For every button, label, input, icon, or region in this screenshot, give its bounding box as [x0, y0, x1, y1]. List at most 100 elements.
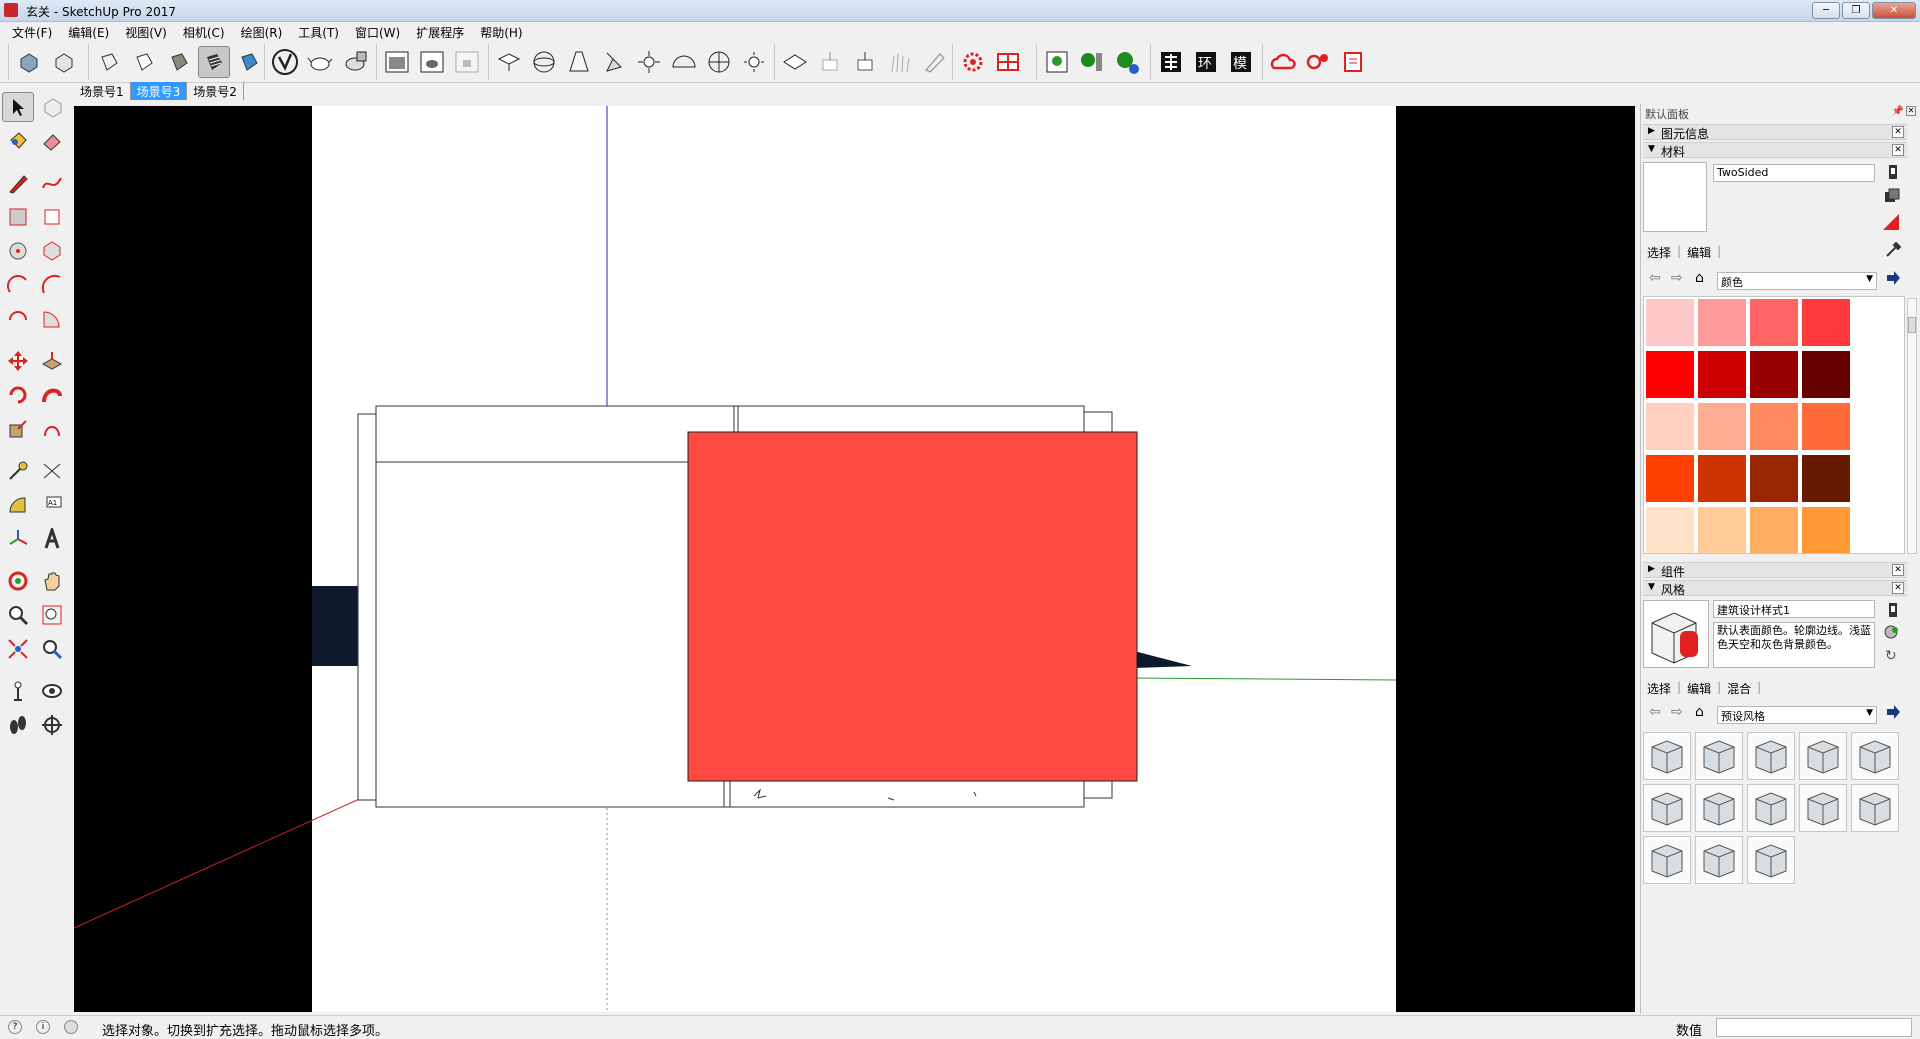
styles-tab-mix[interactable]: 混合	[1727, 680, 1751, 697]
material-swatch[interactable]	[1698, 403, 1746, 450]
styles-close-icon[interactable]: ✕	[1892, 582, 1904, 594]
material-swatch[interactable]	[1646, 351, 1694, 398]
maximize-button[interactable]: ❐	[1842, 2, 1870, 19]
ies-light-icon[interactable]	[598, 46, 630, 78]
material-name-field[interactable]: TwoSided	[1713, 164, 1875, 182]
back-edges-icon[interactable]	[48, 46, 80, 78]
details-arrow-icon[interactable]	[1885, 704, 1901, 723]
material-swatch[interactable]	[1698, 351, 1746, 398]
export-proxy-icon[interactable]	[814, 46, 846, 78]
components-header[interactable]: ▶ 组件 ✕	[1643, 562, 1907, 579]
teapot-render-icon[interactable]	[304, 46, 336, 78]
menu-camera[interactable]: 相机(C)	[175, 22, 233, 41]
scene-tab-2[interactable]: 场景号2	[187, 82, 244, 100]
material-swatch[interactable]	[1646, 507, 1694, 553]
line-pencil-icon[interactable]	[2, 168, 34, 198]
style-thumbnail[interactable]	[1695, 732, 1743, 780]
material-swatch[interactable]	[1750, 507, 1798, 553]
style-thumbnail[interactable]	[1643, 732, 1691, 780]
materials-close-icon[interactable]: ✕	[1892, 144, 1904, 156]
text-label-icon[interactable]: A1	[36, 490, 68, 520]
forward-arrow-icon[interactable]: ⇨	[1671, 270, 1683, 286]
red-grid-icon[interactable]	[992, 46, 1024, 78]
style-library-select[interactable]: 预设风格 ▼	[1717, 706, 1877, 724]
eraser-icon[interactable]	[36, 126, 68, 156]
dome-light-icon[interactable]	[668, 46, 700, 78]
close-button[interactable]: ✕	[1872, 2, 1916, 19]
red-gear-icon[interactable]	[957, 46, 989, 78]
material-swatch[interactable]	[1750, 351, 1798, 398]
location-pin-icon[interactable]	[1302, 46, 1334, 78]
pin-icon[interactable]: 📌	[1892, 106, 1904, 117]
walk-icon[interactable]	[2, 710, 34, 740]
refresh-icon[interactable]: ↻	[1885, 648, 1897, 664]
move-icon[interactable]	[2, 346, 34, 376]
swatch-scrollbar[interactable]	[1907, 298, 1917, 554]
entity-info-header[interactable]: ▶ 图元信息 ✕	[1643, 124, 1907, 141]
materials-tab-select[interactable]: 选择	[1647, 244, 1671, 261]
paint-bucket-icon[interactable]	[2, 126, 34, 156]
styles-tab-edit[interactable]: 编辑	[1687, 680, 1711, 697]
style-thumbnail[interactable]	[1695, 836, 1743, 884]
two-point-arc-icon[interactable]	[36, 270, 68, 300]
follow-me-icon[interactable]	[36, 380, 68, 410]
create-style-icon[interactable]	[1885, 602, 1901, 621]
style-thumbnail[interactable]	[1643, 784, 1691, 832]
push-pull-icon[interactable]	[36, 346, 68, 376]
zoom-window-icon[interactable]	[36, 600, 68, 630]
offset-icon[interactable]	[36, 414, 68, 444]
material-swatch[interactable]	[1698, 507, 1746, 553]
previous-view-icon[interactable]	[36, 634, 68, 664]
wireframe-icon[interactable]	[93, 46, 125, 78]
style-name-field[interactable]: 建筑设计样式1	[1713, 600, 1875, 618]
lock-render-icon[interactable]	[451, 46, 483, 78]
shaded-icon[interactable]	[163, 46, 195, 78]
material-swatch[interactable]	[1646, 455, 1694, 502]
details-arrow-icon[interactable]	[1885, 270, 1901, 289]
frame-buffer-icon[interactable]	[381, 46, 413, 78]
components-close-icon[interactable]: ✕	[1892, 564, 1904, 576]
menu-draw[interactable]: 绘图(R)	[233, 22, 291, 41]
materials-tab-edit[interactable]: 编辑	[1687, 244, 1711, 261]
mesh-clipper-icon[interactable]	[919, 46, 951, 78]
three-point-arc-icon[interactable]	[2, 304, 34, 334]
plugin-mo-icon[interactable]: 模	[1225, 46, 1257, 78]
style-thumbnail[interactable]	[1747, 784, 1795, 832]
material-swatch[interactable]	[1646, 299, 1694, 346]
arc-icon[interactable]	[2, 270, 34, 300]
material-swatch[interactable]	[1750, 299, 1798, 346]
scene-tab-3[interactable]: 场景号3	[130, 82, 188, 100]
minimize-button[interactable]: ─	[1812, 2, 1840, 19]
back-arrow-icon[interactable]: ⇦	[1649, 270, 1661, 286]
interactive-render-icon[interactable]	[339, 46, 371, 78]
select-arrow-icon[interactable]	[2, 92, 34, 122]
style-thumbnail[interactable]	[1643, 836, 1691, 884]
menu-file[interactable]: 文件(F)	[4, 22, 60, 41]
material-swatch[interactable]	[1802, 351, 1850, 398]
rotated-rectangle-icon[interactable]	[36, 202, 68, 232]
fur-icon[interactable]	[884, 46, 916, 78]
menu-help[interactable]: 帮助(H)	[472, 22, 530, 41]
style-thumbnail[interactable]	[1799, 784, 1847, 832]
plugin-huan-icon[interactable]: 环	[1190, 46, 1222, 78]
tree-add-icon[interactable]	[1111, 46, 1143, 78]
protractor-icon[interactable]	[2, 490, 34, 520]
shaded-with-textures-icon[interactable]	[198, 46, 230, 78]
tree-pair-icon[interactable]	[1076, 46, 1108, 78]
style-thumbnail[interactable]	[1695, 784, 1743, 832]
tree-frame-icon[interactable]	[1041, 46, 1073, 78]
model-viewport[interactable]	[74, 106, 1635, 1012]
cloud-sync-icon[interactable]	[1267, 46, 1299, 78]
plugin-grid-icon[interactable]	[1155, 46, 1187, 78]
rotate-icon[interactable]	[2, 380, 34, 410]
orbit-icon[interactable]	[2, 566, 34, 596]
3d-text-icon[interactable]	[36, 524, 68, 554]
menu-extensions[interactable]: 扩展程序	[408, 22, 472, 41]
create-material-icon[interactable]	[1885, 164, 1901, 180]
eyedropper-icon[interactable]	[1885, 241, 1902, 261]
section-plane-icon[interactable]	[36, 710, 68, 740]
menu-window[interactable]: 窗口(W)	[347, 22, 408, 41]
vray-logo-icon[interactable]	[269, 46, 301, 78]
axes-icon[interactable]	[2, 524, 34, 554]
dimension-icon[interactable]	[36, 456, 68, 486]
